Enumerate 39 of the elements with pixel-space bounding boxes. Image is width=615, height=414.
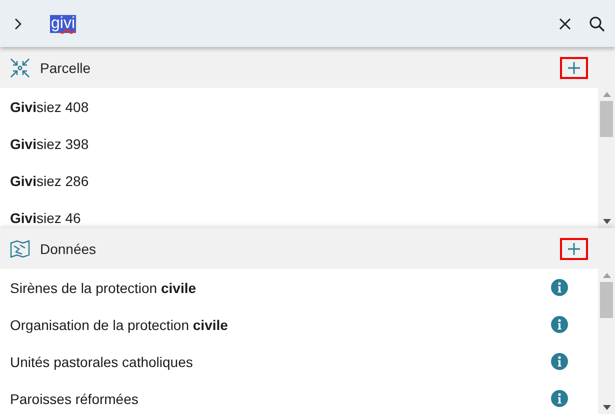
result-label: Givisiez 286 [10,172,90,188]
result-label: Givisiez 398 [10,136,90,152]
scrollbar[interactable] [598,269,615,414]
result-item[interactable]: Givisiez 408 [0,88,598,125]
info-icon[interactable] [551,316,568,333]
result-item[interactable]: Sirènes de la protection civile [0,269,598,306]
result-item[interactable]: Unités pastorales catholiques [0,343,598,380]
section-title: Parcelle [40,60,92,76]
result-label: Givisiez 46 [10,210,82,226]
result-label: Givisiez 408 [10,98,90,114]
result-item[interactable]: Givisiez 398 [0,125,598,162]
scrollbar[interactable] [598,88,615,228]
info-icon[interactable] [551,390,568,407]
scroll-down-arrow-icon[interactable] [602,219,610,224]
scroll-down-arrow-icon[interactable] [602,405,610,410]
scrollbar-thumb[interactable] [600,282,613,318]
plus-icon [567,60,581,74]
scrollbar-thumb[interactable] [600,101,613,137]
search-field[interactable]: givi [50,8,541,38]
search-icon[interactable] [589,16,605,32]
collapse-arrows-icon [10,58,30,78]
map-layers-icon [10,240,30,258]
result-item[interactable]: Givisiez 46 [0,199,598,228]
plus-icon [567,242,581,256]
chevron-right-icon[interactable] [14,18,22,30]
close-icon[interactable] [559,18,571,30]
add-button[interactable] [560,56,588,78]
info-icon[interactable] [551,279,568,296]
section-title: Données [40,240,98,256]
result-item[interactable]: Givisiez 286 [0,162,598,199]
add-button[interactable] [560,238,588,260]
result-item[interactable]: Organisation de la protection civile [0,306,598,343]
search-text: givi [50,14,76,32]
result-label: Paroisses réformées [10,390,140,406]
info-icon[interactable] [551,353,568,370]
result-label: Unités pastorales catholiques [10,354,194,370]
result-label: Organisation de la protection civile [10,316,229,332]
result-item[interactable]: Paroisses réformées [0,380,598,414]
result-label: Sirènes de la protection civile [10,280,198,296]
